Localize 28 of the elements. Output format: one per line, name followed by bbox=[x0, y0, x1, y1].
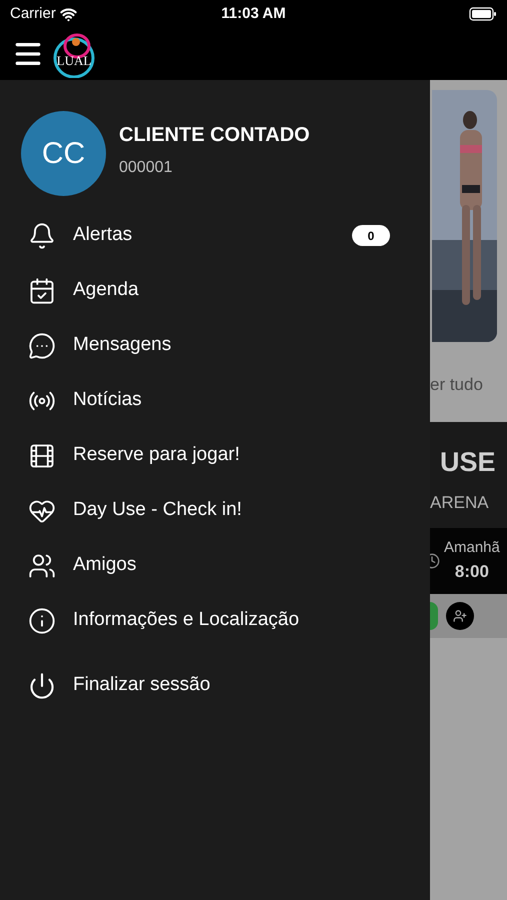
menu-item[interactable]: Informações e Localização bbox=[0, 593, 430, 648]
bell-icon bbox=[28, 222, 56, 250]
logout-item[interactable]: Finalizar sessão bbox=[0, 658, 430, 713]
wifi-icon bbox=[60, 6, 77, 22]
user-avatar: CC bbox=[21, 111, 106, 196]
user-code: 000001 bbox=[119, 158, 174, 178]
info-icon bbox=[28, 606, 56, 634]
menu-item[interactable]: Alertas 0 bbox=[0, 208, 430, 263]
battery-icon bbox=[469, 7, 498, 21]
menu-item[interactable]: Agenda bbox=[0, 263, 430, 318]
calendar-icon bbox=[28, 276, 56, 304]
chat-bubble-icon bbox=[28, 332, 56, 360]
power-icon bbox=[28, 672, 56, 700]
film-strip-icon bbox=[28, 442, 56, 470]
people-icon bbox=[28, 552, 56, 580]
menu-item[interactable]: Day Use - Check in! bbox=[0, 483, 430, 538]
alert-count: 0 bbox=[352, 225, 390, 246]
menu-item[interactable]: Reserve para jogar! bbox=[0, 428, 430, 483]
menu-item[interactable]: Amigos bbox=[0, 538, 430, 593]
event-card: USE ARENA Amanhã 8:00 bbox=[430, 422, 507, 594]
menu-item[interactable]: Mensagens bbox=[0, 318, 430, 373]
user-name: CLIENTE CONTADO bbox=[119, 122, 310, 148]
add-user-icon bbox=[453, 608, 467, 622]
carrier-label: Carrier bbox=[10, 4, 56, 24]
friends-button[interactable] bbox=[446, 602, 474, 630]
clock-time: 11:03 AM bbox=[221, 4, 286, 24]
see-all-link[interactable]: er tudo bbox=[430, 372, 507, 398]
menu-item[interactable]: Notícias bbox=[0, 373, 430, 428]
